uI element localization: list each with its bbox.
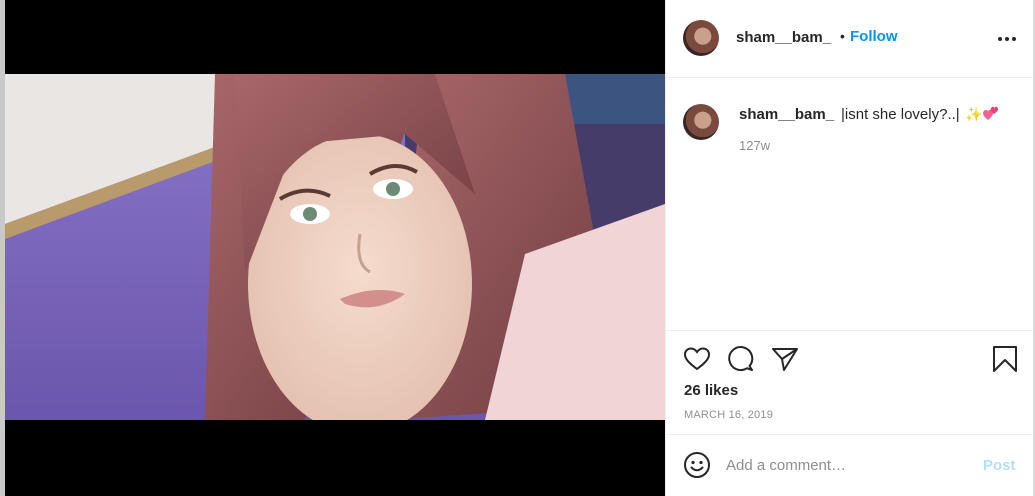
follow-button[interactable]: Follow	[850, 28, 898, 45]
post-photo-image	[5, 74, 665, 420]
caption-text: |isnt she lovely?..|	[841, 106, 960, 123]
post-comment-button[interactable]: Post	[983, 457, 1016, 474]
post-photo[interactable]	[5, 74, 665, 420]
more-options-icon[interactable]	[998, 34, 1018, 44]
comment-icon[interactable]	[727, 345, 755, 373]
share-icon[interactable]	[771, 345, 799, 373]
caption-avatar[interactable]	[683, 104, 719, 140]
post-date[interactable]: MARCH 16, 2019	[684, 409, 773, 421]
likes-count[interactable]: 26 likes	[684, 382, 738, 399]
actions-section: 26 likes MARCH 16, 2019	[666, 330, 1034, 434]
comment-bar: Post	[666, 434, 1034, 496]
follow-separator: •	[840, 28, 845, 44]
post-time-ago[interactable]: 127w	[739, 138, 770, 153]
post-details-pane: sham__bam_ • Follow sham__bam_ |isnt she…	[665, 0, 1034, 496]
caption-section: sham__bam_ |isnt she lovely?..| ✨ 127w	[666, 78, 1034, 330]
two-hearts-emoji-icon	[983, 106, 999, 120]
caption-username[interactable]: sham__bam_	[739, 106, 834, 123]
emoji-icon[interactable]	[683, 451, 711, 479]
author-avatar[interactable]	[683, 20, 719, 56]
sparkles-emoji-icon: ✨	[965, 106, 983, 122]
heart-icon[interactable]	[683, 345, 711, 373]
comment-input[interactable]	[726, 453, 966, 477]
media-pane	[5, 0, 665, 496]
author-username[interactable]: sham__bam_	[736, 29, 831, 46]
bookmark-icon[interactable]	[991, 345, 1019, 373]
post-header: sham__bam_ • Follow	[666, 0, 1034, 78]
